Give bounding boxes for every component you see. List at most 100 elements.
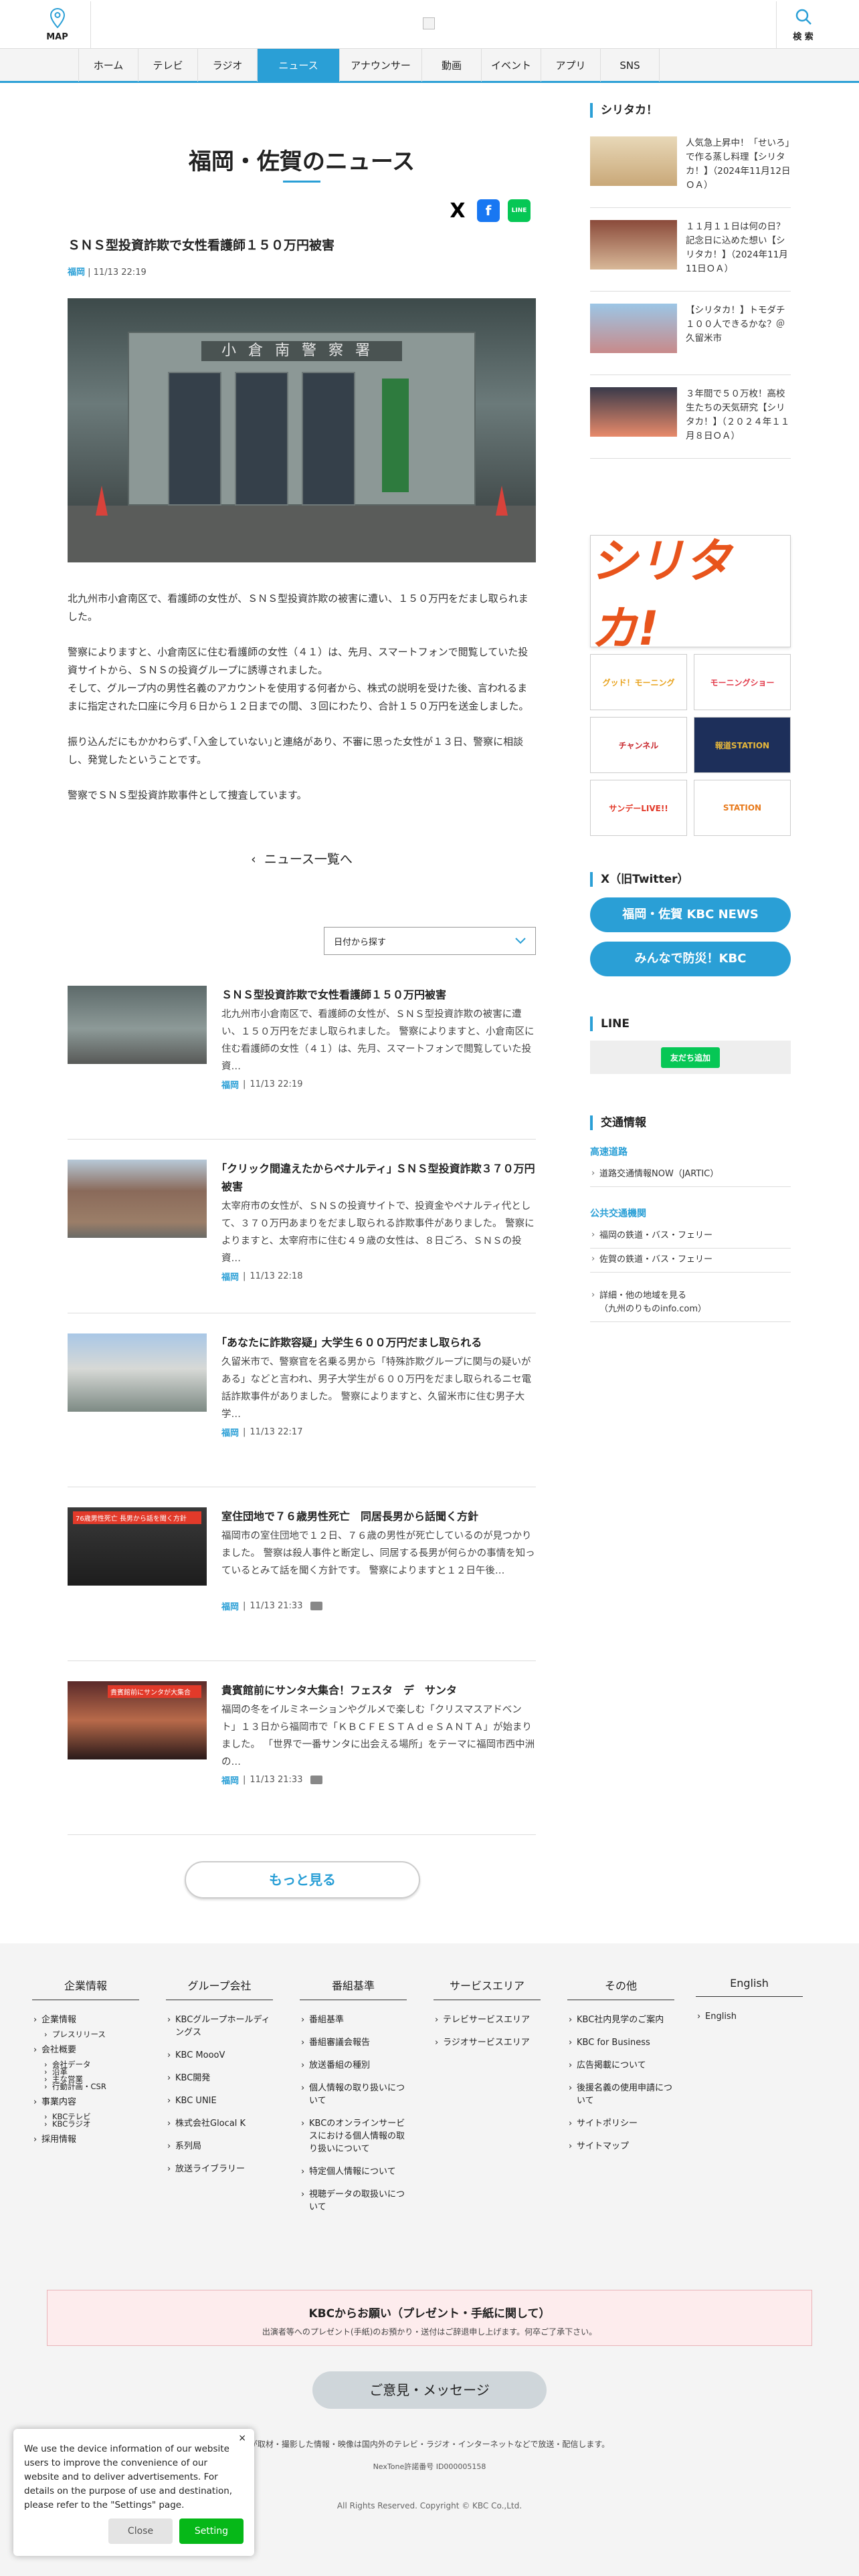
footer-link[interactable]: KBC for Business	[567, 2036, 674, 2049]
sidebar-item-title[interactable]: ３年間で５０万枚！高校生たちの天気研究【シリタカ！】（２０２４年１１月８日ＯＡ）	[686, 387, 791, 443]
sidebar-thumbnail[interactable]	[590, 304, 677, 353]
sidebar-item-title[interactable]: 【シリタカ！】トモダチ１００人できるかな？＠久留米市	[686, 304, 791, 346]
footer-link[interactable]: 広告掲載について	[567, 2059, 674, 2072]
program-banner[interactable]: グッド！モーニング	[590, 654, 687, 710]
sidebar-shiritaka-item[interactable]: 人気急上昇中！「せいろ」で作る蒸し料理【シリタカ！】（2024年11月12日ＯＡ…	[590, 124, 791, 208]
footer-link[interactable]: プレスリリース	[32, 2028, 139, 2041]
footer-link[interactable]: サイトマップ	[567, 2140, 674, 2153]
nav-news[interactable]: ニュース	[257, 49, 339, 82]
line-add-friend-button[interactable]: 友だち追加	[660, 1047, 720, 1068]
sidebar-thumbnail[interactable]	[590, 387, 677, 437]
news-title[interactable]: ｢クリック間違えたからペナルティ｣ ＳＮＳ型投資詐欺３７０万円被害	[221, 1160, 536, 1196]
nav-app[interactable]: アプリ	[541, 49, 600, 82]
news-list-item[interactable]: ＳＮＳ型投資詐欺で女性看護師１５０万円被害 北九州市小倉南区で、看護師の女性が、…	[68, 966, 536, 1140]
news-title[interactable]: 貴賓館前にサンタ大集合！フェスタ デ サンタ	[221, 1681, 536, 1699]
footer-link[interactable]: KBCラジオ	[32, 2118, 139, 2131]
date-select[interactable]: 日付から探す	[324, 927, 536, 955]
news-title[interactable]: ｢あなたに詐欺容疑｣ 大学生６００万円だまし取られる	[221, 1333, 536, 1352]
traffic-more-link[interactable]: 詳細・他の地域を見る （九州のりものinfo.com）	[590, 1284, 791, 1322]
footer-link[interactable]: KBC開発	[166, 2072, 273, 2084]
map-button[interactable]: MAP	[24, 1, 91, 48]
news-thumbnail[interactable]: 貴賓館前にサンタが大集合	[68, 1681, 207, 1759]
program-banner[interactable]: STATION	[694, 780, 791, 836]
nav-video[interactable]: 動画	[421, 49, 481, 82]
site-logo-image[interactable]	[423, 17, 435, 29]
nav-announcer[interactable]: アナウンサー	[339, 49, 421, 82]
footer-link[interactable]: ラジオサービスエリア	[434, 2036, 541, 2049]
footer-link[interactable]: English	[696, 2010, 803, 2023]
news-thumbnail[interactable]	[68, 1160, 207, 1238]
share-facebook-icon[interactable]: f	[477, 199, 500, 222]
program-banner[interactable]: 報道STATION	[694, 717, 791, 773]
program-banner[interactable]: チャンネル	[590, 717, 687, 773]
footer-link[interactable]: 事業内容	[32, 2096, 139, 2109]
news-title[interactable]: ＳＮＳ型投資詐欺で女性看護師１５０万円被害	[221, 986, 536, 1004]
nav-tv[interactable]: テレビ	[138, 49, 197, 82]
sidebar-thumbnail[interactable]	[590, 220, 677, 270]
footer-link[interactable]: サイトポリシー	[567, 2117, 674, 2130]
sidebar-shiritaka-item[interactable]: 【シリタカ！】トモダチ１００人できるかな？＠久留米市	[590, 292, 791, 375]
nav-sns[interactable]: SNS	[600, 49, 660, 82]
sidebar-item-title[interactable]: 人気急上昇中！「せいろ」で作る蒸し料理【シリタカ！】（2024年11月12日ＯＡ…	[686, 136, 791, 193]
more-button[interactable]: もっと見る	[185, 1861, 420, 1899]
news-prefecture[interactable]: 福岡	[221, 1600, 239, 1612]
footer-link[interactable]: KBC MoooV	[166, 2049, 273, 2062]
search-button[interactable]: 検 索	[776, 1, 830, 48]
news-prefecture[interactable]: 福岡	[221, 1270, 239, 1283]
footer-link[interactable]: 採用情報	[32, 2133, 139, 2146]
news-list-item[interactable]: ｢クリック間違えたからペナルティ｣ ＳＮＳ型投資詐欺３７０万円被害 太宰府市の女…	[68, 1140, 536, 1313]
news-prefecture[interactable]: 福岡	[221, 1426, 239, 1438]
close-icon[interactable]: ×	[238, 2433, 246, 2444]
news-prefecture[interactable]: 福岡	[221, 1774, 239, 1786]
traffic-fukuoka-link[interactable]: 福岡の鉄道・バス・フェリー	[590, 1224, 791, 1249]
news-title[interactable]: 室住団地で７６歳男性死亡 同居長男から話聞く方針	[221, 1507, 536, 1525]
footer-link[interactable]: 番組基準	[300, 2014, 407, 2026]
article-prefecture[interactable]: 福岡	[68, 267, 85, 278]
footer-link[interactable]: 放送番組の種別	[300, 2059, 407, 2072]
footer-link[interactable]: 放送ライブラリー	[166, 2163, 273, 2175]
news-list-item[interactable]: 貴賓館前にサンタが大集合 貴賓館前にサンタ大集合！フェスタ デ サンタ 福岡の冬…	[68, 1661, 536, 1835]
program-banner[interactable]: モーニングショー	[694, 654, 791, 710]
program-banner[interactable]: サンデーLIVE!!	[590, 780, 687, 836]
footer-link[interactable]: 後援名義の使用申請について	[567, 2082, 674, 2107]
article-paragraph: 振り込んだにもかかわらず､｢入金していない｣と連絡があり、不審に思った女性が１３…	[68, 736, 524, 766]
traffic-saga-link[interactable]: 佐賀の鉄道・バス・フェリー	[590, 1248, 791, 1273]
x-kbc-news-button[interactable]: 福岡・佐賀 KBC NEWS	[590, 897, 791, 932]
back-to-news-list-link[interactable]: ‹ ニュース一覧へ	[68, 849, 536, 867]
news-thumbnail[interactable]	[68, 1333, 207, 1412]
footer-link[interactable]: 企業情報	[32, 2014, 139, 2026]
nav-radio[interactable]: ラジオ	[197, 49, 257, 82]
sidebar-shiritaka-item[interactable]: １１月１１日は何の日？記念日に込めた想い【シリタカ！】（2024年11月11日Ｏ…	[590, 208, 791, 292]
footer-link[interactable]: 系列局	[166, 2140, 273, 2153]
footer-link[interactable]: 行動計画・CSR	[32, 2080, 139, 2093]
news-thumbnail[interactable]: 76歳男性死亡 長男から話を聞く方針	[68, 1507, 207, 1586]
traffic-jartic-link[interactable]: 道路交通情報NOW（JARTIC）	[590, 1162, 791, 1187]
footer-link[interactable]: テレビサービスエリア	[434, 2014, 541, 2026]
footer-link[interactable]: KBC社内見学のご案内	[567, 2014, 674, 2026]
shiritaka-banner[interactable]: シリタカ!	[590, 534, 791, 656]
share-line-icon[interactable]: LINE	[508, 199, 531, 222]
news-thumbnail[interactable]	[68, 986, 207, 1064]
sidebar-shiritaka-item[interactable]: ３年間で５０万枚！高校生たちの天気研究【シリタカ！】（２０２４年１１月８日ＯＡ）	[590, 375, 791, 459]
nav-event[interactable]: イベント	[481, 49, 541, 82]
news-list-item[interactable]: ｢あなたに詐欺容疑｣ 大学生６００万円だまし取られる 久留米市で、警察官を名乗る…	[68, 1313, 536, 1487]
footer-link[interactable]: 視聴データの取扱いについて	[300, 2188, 407, 2214]
footer-link[interactable]: 個人情報の取り扱いについて	[300, 2082, 407, 2107]
news-list-item[interactable]: 76歳男性死亡 長男から話を聞く方針 室住団地で７６歳男性死亡 同居長男から話聞…	[68, 1487, 536, 1661]
cookie-setting-button[interactable]: Setting	[179, 2518, 244, 2544]
cookie-close-button[interactable]: Close	[108, 2518, 173, 2544]
footer-link[interactable]: 特定個人情報について	[300, 2165, 407, 2178]
sidebar-item-title[interactable]: １１月１１日は何の日？記念日に込めた想い【シリタカ！】（2024年11月11日Ｏ…	[686, 220, 791, 276]
footer-link[interactable]: KBCのオンラインサービスにおける個人情報の取り扱いについて	[300, 2117, 407, 2155]
news-prefecture[interactable]: 福岡	[221, 1078, 239, 1091]
footer-link[interactable]: 番組審議会報告	[300, 2036, 407, 2049]
opinion-message-button[interactable]: ご意見・メッセージ	[312, 2371, 547, 2409]
nav-home[interactable]: ホーム	[78, 49, 138, 82]
footer-link[interactable]: 株式会社Glocal K	[166, 2117, 273, 2130]
sidebar-thumbnail[interactable]	[590, 136, 677, 186]
footer-link[interactable]: KBC UNIE	[166, 2095, 273, 2107]
footer-link[interactable]: KBCグループホールディングス	[166, 2014, 273, 2039]
share-x-icon[interactable]: X	[446, 199, 469, 223]
x-kbc-bousai-button[interactable]: みんなで防災！KBC	[590, 942, 791, 976]
footer-link[interactable]: 会社概要	[32, 2044, 139, 2056]
